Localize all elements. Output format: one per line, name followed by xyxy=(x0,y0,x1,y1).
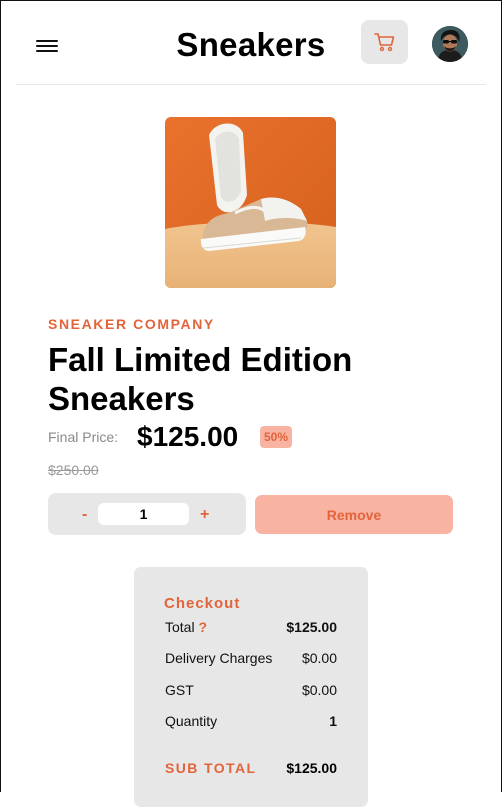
total-row: Total ? $125.00 xyxy=(165,619,337,635)
current-price: $125.00 xyxy=(137,421,239,452)
cart-button[interactable] xyxy=(361,20,408,64)
quantity-input[interactable] xyxy=(98,503,189,525)
quantity-label: Quantity xyxy=(165,713,218,729)
quantity-row: Quantity 1 xyxy=(165,713,337,729)
subtotal-row: SUB TOTAL $125.00 xyxy=(165,760,337,776)
cart-icon xyxy=(373,33,394,52)
increase-quantity-button[interactable]: + xyxy=(200,493,209,535)
delivery-label: Delivery Charges xyxy=(165,650,273,666)
checkout-title: Checkout xyxy=(164,595,241,612)
final-price-label: Final Price: xyxy=(48,429,119,445)
discount-badge: 50% xyxy=(260,426,292,448)
product-title: Fall Limited Edition Sneakers xyxy=(48,341,353,417)
total-label: Total xyxy=(165,619,195,635)
user-avatar[interactable] xyxy=(432,26,468,62)
original-price: $250.00 xyxy=(48,462,99,478)
decrease-quantity-button[interactable]: - xyxy=(82,493,87,535)
total-value: $125.00 xyxy=(286,619,337,635)
app-header: Sneakers xyxy=(16,0,486,85)
remove-button[interactable]: Remove xyxy=(255,495,453,534)
sneaker-product-image xyxy=(165,117,336,288)
checkout-panel: Checkout Total ? $125.00 Delivery Charge… xyxy=(134,567,368,807)
delivery-row: Delivery Charges $0.00 xyxy=(165,650,337,666)
total-help-icon[interactable]: ? xyxy=(198,619,207,635)
subtotal-value: $125.00 xyxy=(286,760,337,776)
company-name: SNEAKER COMPANY xyxy=(48,316,215,332)
gst-label: GST xyxy=(165,682,194,698)
brand-title: Sneakers xyxy=(176,26,326,63)
quantity-value: 1 xyxy=(329,713,337,729)
gst-value: $0.00 xyxy=(301,682,337,698)
delivery-value: $0.00 xyxy=(301,650,337,666)
subtotal-label: SUB TOTAL xyxy=(165,760,257,776)
gst-row: GST $0.00 xyxy=(165,682,337,698)
quantity-stepper: - + xyxy=(48,493,246,535)
